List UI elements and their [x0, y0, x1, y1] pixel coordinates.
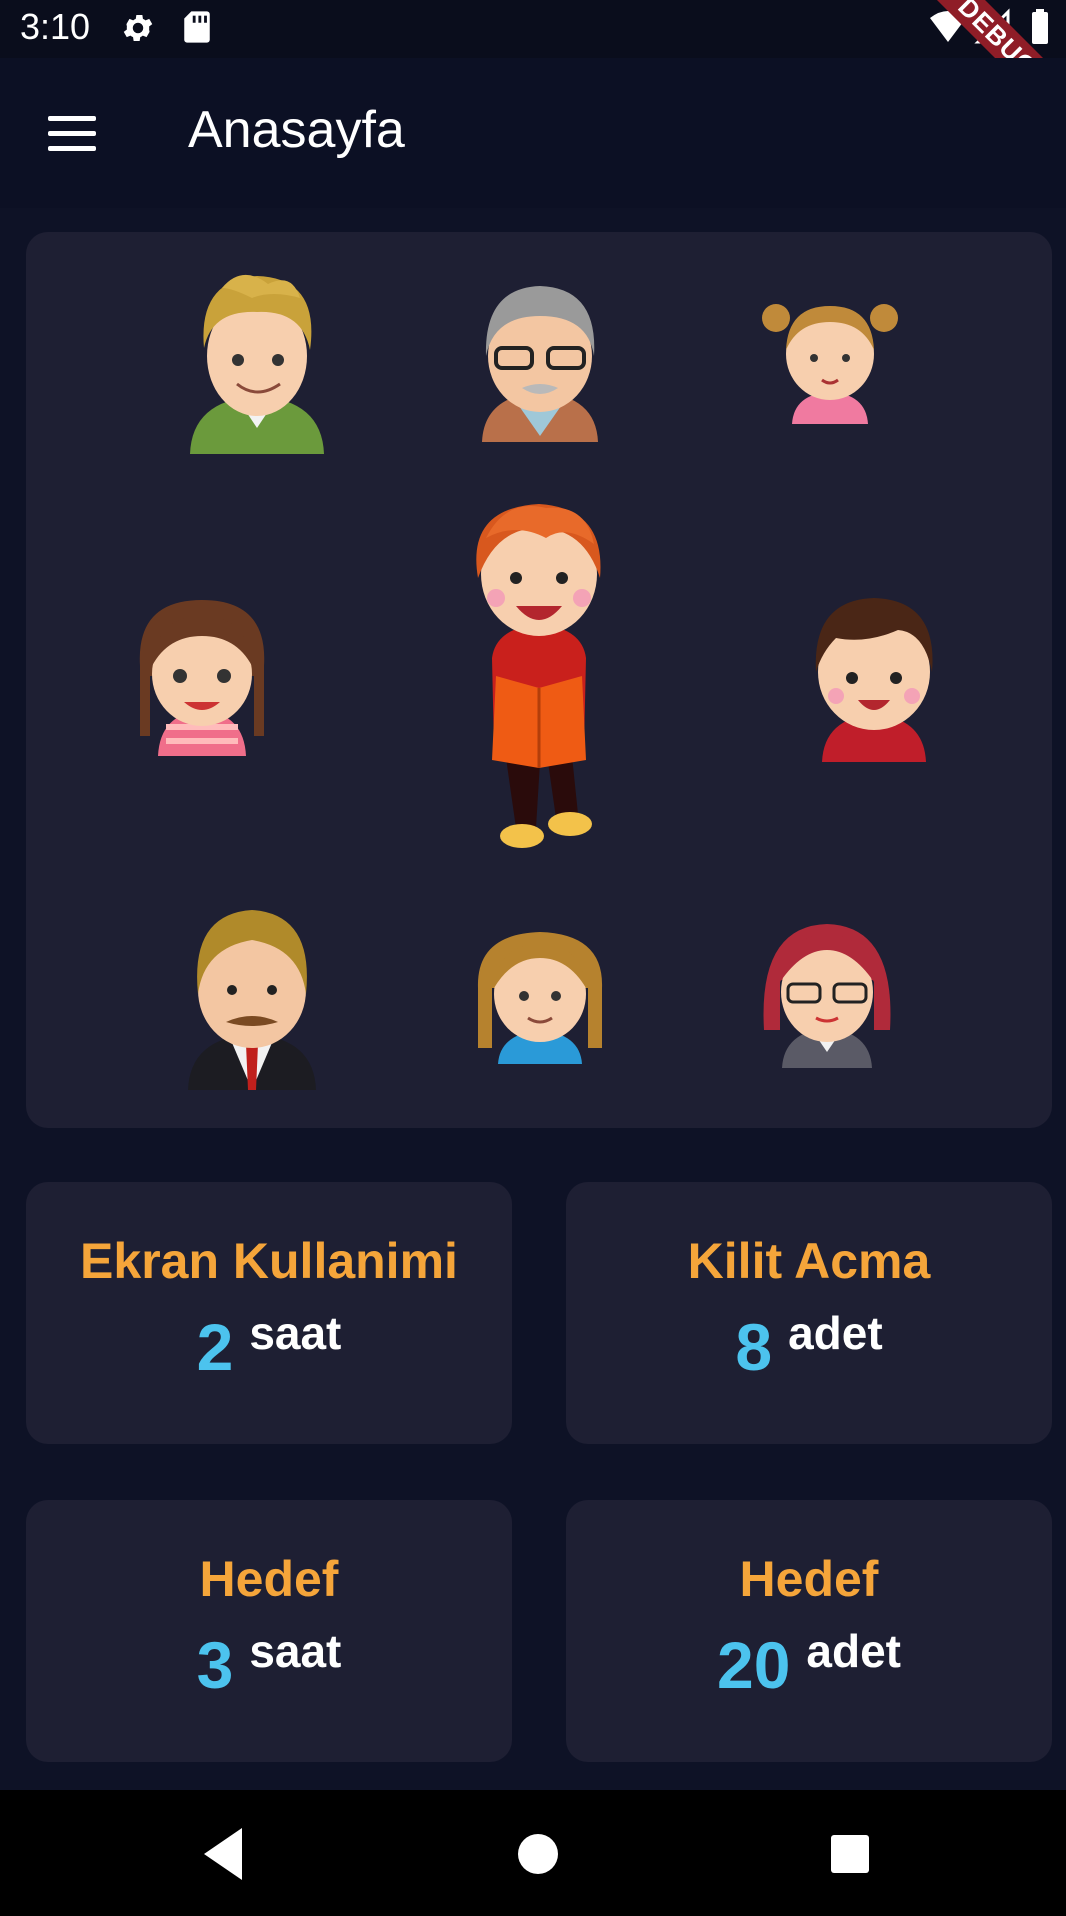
hamburger-menu-icon[interactable]: [44, 114, 100, 154]
stat-unit: adet: [806, 1625, 901, 1677]
stat-value-row: 2 saat: [26, 1302, 512, 1380]
stat-unit: saat: [249, 1307, 342, 1359]
screen-usage-card[interactable]: Ekran Kullanimi 2 saat: [26, 1182, 512, 1444]
battery-icon: [1032, 12, 1048, 44]
settings-gear-icon: [123, 14, 153, 42]
stat-title: Kilit Acma: [687, 1233, 931, 1289]
stat-value: 3: [196, 1628, 234, 1702]
stat-value-row: 20 adet: [566, 1620, 1052, 1698]
stat-value-row: 8 adet: [566, 1302, 1052, 1380]
boy-reading-book-avatar[interactable]: [456, 498, 622, 856]
status-time: 3:10: [20, 6, 91, 47]
home-screen: 3:10 DEBUG Anasayfa Ekran Kullanimi 2 sa…: [0, 0, 1066, 1916]
target-unlocks-card[interactable]: Hedef 20 adet: [566, 1500, 1052, 1762]
stat-title: Hedef: [199, 1551, 339, 1607]
stat-title: Hedef: [739, 1551, 879, 1607]
grandfather-avatar[interactable]: [472, 276, 608, 442]
man-green-shirt-avatar[interactable]: [182, 268, 332, 454]
system-nav-bar: [0, 1790, 1066, 1916]
stat-unit: saat: [249, 1625, 342, 1677]
girl-pigtails-avatar[interactable]: [762, 294, 898, 424]
recents-square-icon[interactable]: [820, 1824, 880, 1884]
stat-value-row: 3 saat: [26, 1620, 512, 1698]
man-suit-mustache-avatar[interactable]: [182, 904, 322, 1090]
unlock-count-card[interactable]: Kilit Acma 8 adet: [566, 1182, 1052, 1444]
sd-card-icon: [184, 11, 210, 43]
target-hours-card[interactable]: Hedef 3 saat: [26, 1500, 512, 1762]
home-circle-icon[interactable]: [508, 1824, 568, 1884]
stat-value: 2: [196, 1310, 234, 1384]
woman-glasses-avatar[interactable]: [762, 920, 892, 1068]
stat-value: 20: [716, 1628, 791, 1702]
girl-braids-avatar[interactable]: [136, 596, 268, 756]
girl-blue-shirt-avatar[interactable]: [472, 928, 608, 1064]
status-bar: 3:10 DEBUG: [0, 0, 1066, 134]
stat-title: Ekran Kullanimi: [80, 1233, 458, 1289]
boy-red-shirt-avatar[interactable]: [806, 592, 942, 762]
page-title: Anasayfa: [188, 101, 405, 159]
characters-card: [26, 232, 1052, 1128]
back-triangle-icon[interactable]: [196, 1824, 256, 1884]
stat-value: 8: [735, 1310, 773, 1384]
app-bar: Anasayfa: [0, 58, 1066, 208]
stat-unit: adet: [788, 1307, 883, 1359]
